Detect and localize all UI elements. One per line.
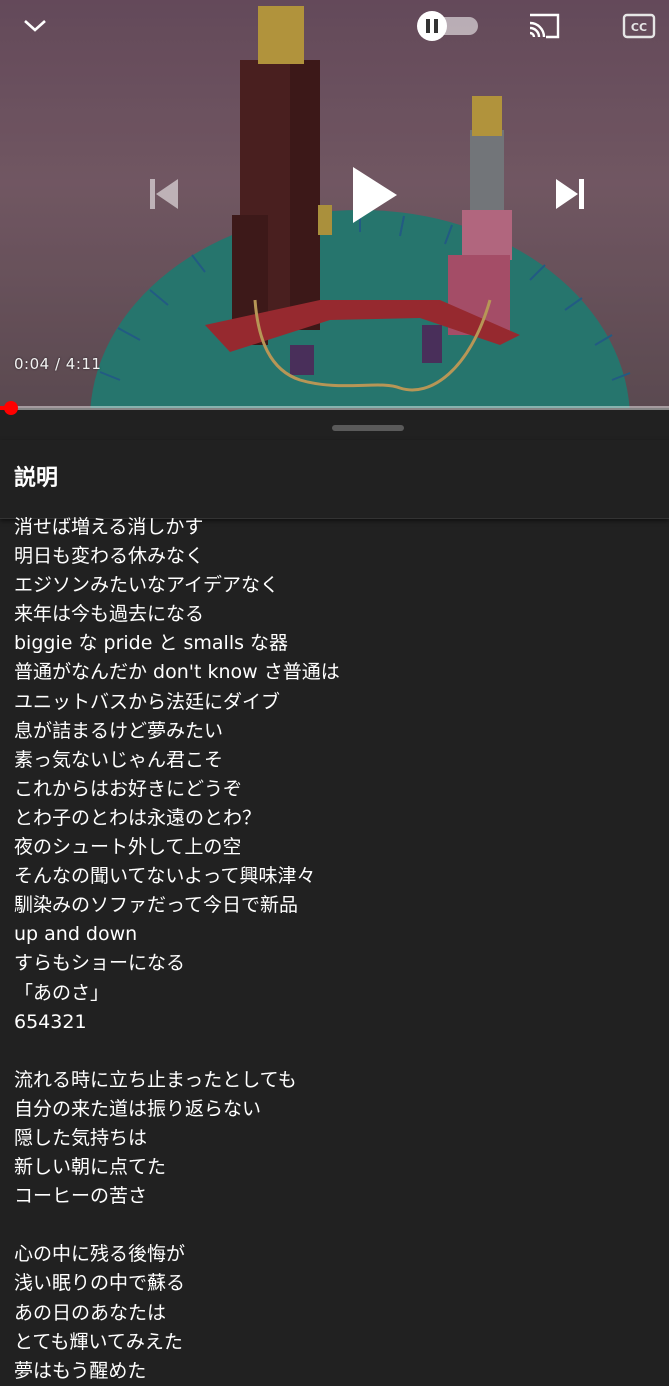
progress-bar[interactable] xyxy=(0,401,669,415)
description-line: 夜のシュート外して上の空 xyxy=(14,836,242,859)
autoplay-toggle[interactable] xyxy=(414,10,482,42)
description-line: 心の中に残る後悔が xyxy=(14,1243,186,1266)
description-line: biggie な pride と smalls な器 xyxy=(14,632,289,655)
progress-scrubber[interactable] xyxy=(3,401,18,415)
description-line xyxy=(14,1037,654,1066)
description-line: 素っ気ないじゃん君こそ xyxy=(14,748,224,771)
description-line: 馴染みのソファだって今日で新品 xyxy=(14,894,299,917)
description-line: 自分の来た道は振り返らない xyxy=(14,1097,262,1120)
description-line: とわ子のとわは永遠のとわ？ xyxy=(14,806,262,829)
description-line: エジソンみたいなアイデアなく xyxy=(14,574,280,597)
description-line: 夢はもう醒めた xyxy=(14,1359,147,1382)
description-line: コーヒーの苦さ xyxy=(14,1185,148,1208)
collapse-button[interactable] xyxy=(14,8,56,42)
description-text: 消せば増える消しかす 明日も変わる休みなくエジソンみたいなアイデアなく 来年は今も過… xyxy=(14,513,654,1386)
description-line: 流れる時に立ち止まったとしても xyxy=(14,1068,297,1091)
next-button[interactable] xyxy=(546,170,594,218)
description-line: 普通がなんだか don't know さ普通は xyxy=(14,661,340,684)
description-line: 明日も変わる休みなく xyxy=(14,545,205,568)
cast-button[interactable] xyxy=(520,8,568,44)
skip-next-icon xyxy=(556,179,584,209)
description-line: あの日のあなたは xyxy=(14,1301,167,1324)
description-panel-header: 説明 xyxy=(0,440,669,519)
description-line: ユニットバスから法廷にダイブ xyxy=(14,690,281,713)
video-player[interactable]: CC 0:04 / 4:11 xyxy=(0,0,669,408)
description-line: 隠した気持ちは xyxy=(14,1126,148,1149)
description-line: 息が詰まるけど夢みたい xyxy=(14,719,224,742)
time-display: 0:04 / 4:11 xyxy=(14,355,102,373)
description-line: そんなの聞いてないよって興味津々 xyxy=(14,865,316,888)
skip-previous-icon xyxy=(150,179,178,209)
panel-drag-handle[interactable] xyxy=(332,425,404,431)
autoplay-toggle-icon xyxy=(417,11,478,41)
cast-icon xyxy=(529,13,560,39)
description-line: 浅い眠りの中で蘇る xyxy=(14,1272,186,1295)
description-line: とても輝いてみえた xyxy=(14,1330,183,1353)
description-line: 654321 xyxy=(14,1010,87,1033)
description-line: 新しい朝に点てた xyxy=(14,1156,167,1179)
closed-captions-icon: CC xyxy=(622,13,656,39)
panel-title: 説明 xyxy=(14,466,59,491)
description-line: 消せば増える消しかす xyxy=(14,516,204,538)
play-icon xyxy=(353,167,397,223)
description-line: 「あのさ」 xyxy=(14,981,110,1004)
svg-text:CC: CC xyxy=(631,21,647,34)
description-line: up and down xyxy=(14,923,138,946)
description-line: すらもショーになる xyxy=(14,952,186,975)
description-line: これからはお好きにどうぞ xyxy=(14,777,243,800)
description-line: 来年は今も過去になる xyxy=(14,603,205,626)
chevron-down-icon xyxy=(24,20,46,32)
play-button[interactable] xyxy=(338,155,410,235)
captions-button[interactable]: CC xyxy=(616,8,662,44)
previous-button[interactable] xyxy=(140,170,188,218)
description-line xyxy=(14,1211,654,1240)
